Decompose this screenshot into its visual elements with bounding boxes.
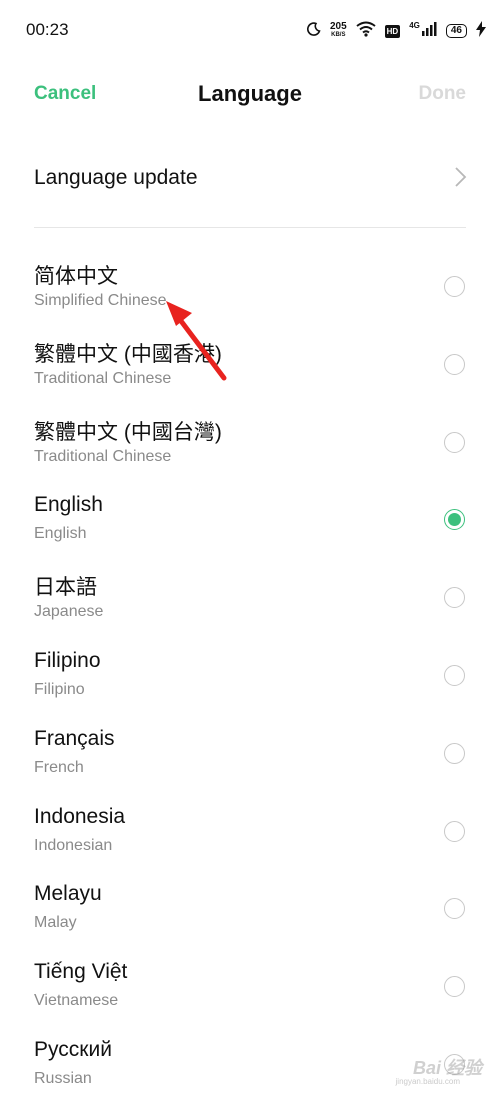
language-option[interactable]: 繁體中文 (中國台灣) Traditional Chinese xyxy=(0,404,500,482)
language-update-row[interactable]: Language update xyxy=(0,140,500,216)
language-subtitle: Indonesian xyxy=(34,836,113,854)
language-subtitle: Traditional Chinese xyxy=(34,369,172,387)
battery-level: 46 xyxy=(445,24,467,38)
watermark-url: jingyan.baidu.com xyxy=(395,1077,460,1086)
language-name: Indonesia xyxy=(34,804,126,828)
language-option[interactable]: Filipino Filipino xyxy=(0,637,500,715)
language-name: English xyxy=(34,493,103,517)
language-subtitle: Japanese xyxy=(34,603,104,621)
wifi-icon xyxy=(356,21,376,42)
moon-icon xyxy=(306,21,321,41)
language-subtitle: Vietnamese xyxy=(34,992,119,1010)
radio-unchecked-icon[interactable] xyxy=(444,898,465,920)
radio-unchecked-icon[interactable] xyxy=(444,587,465,609)
language-option[interactable]: Tiếng Việt Vietnamese xyxy=(0,948,500,1026)
radio-checked-icon[interactable] xyxy=(444,509,465,531)
language-name: 简体中文 xyxy=(34,265,118,288)
network-type: 4G xyxy=(409,20,420,30)
speed-value: 205 xyxy=(329,21,347,32)
status-icons: 205 KB/S HD 4G 46 xyxy=(306,20,486,42)
language-option[interactable]: 简体中文 Simplified Chinese xyxy=(0,248,500,326)
language-name: Français xyxy=(34,726,115,750)
network-speed: 205 KB/S xyxy=(329,21,347,39)
radio-unchecked-icon[interactable] xyxy=(444,353,465,375)
language-subtitle: Filipino xyxy=(34,680,85,698)
chevron-right-icon xyxy=(450,166,470,188)
speed-unit: KB/S xyxy=(331,32,346,38)
language-list: 简体中文 Simplified Chinese 繁體中文 (中國香港) Traditi… xyxy=(0,248,500,1104)
battery-icon: 46 xyxy=(445,24,467,38)
language-option[interactable]: Melayu Malay xyxy=(0,870,500,948)
language-option[interactable]: Français French xyxy=(0,715,500,793)
language-option[interactable]: Indonesia Indonesian xyxy=(0,793,500,871)
status-bar: 00:23 205 KB/S HD 4G 46 xyxy=(0,0,500,60)
language-name: 繁體中文 (中國香港) xyxy=(34,342,222,366)
language-option[interactable]: English English xyxy=(0,481,500,559)
language-name: Русский xyxy=(34,1037,112,1061)
language-subtitle: Traditional Chinese xyxy=(34,447,172,465)
language-name: Melayu xyxy=(34,882,102,906)
radio-unchecked-icon[interactable] xyxy=(444,276,465,297)
radio-unchecked-icon[interactable] xyxy=(444,976,465,998)
done-button[interactable]: Done xyxy=(419,83,467,105)
language-subtitle: Malay xyxy=(34,914,77,932)
language-name: 日本語 xyxy=(34,576,97,600)
radio-unchecked-icon[interactable] xyxy=(444,664,465,686)
language-name: Tiếng Việt xyxy=(34,960,128,984)
charging-icon xyxy=(476,20,486,42)
language-name: Filipino xyxy=(34,648,101,672)
cancel-button[interactable]: Cancel xyxy=(34,83,96,105)
radio-unchecked-icon[interactable] xyxy=(444,431,465,453)
language-option[interactable]: 日本語 Japanese xyxy=(0,559,500,637)
language-update-label: Language update xyxy=(34,166,198,189)
language-subtitle: French xyxy=(34,758,84,776)
radio-unchecked-icon[interactable] xyxy=(444,742,465,764)
radio-unchecked-icon[interactable] xyxy=(444,820,465,842)
language-name: 繁體中文 (中國台灣) xyxy=(34,420,222,444)
language-subtitle: English xyxy=(34,525,87,543)
signal-icon xyxy=(421,21,437,42)
hd-badge: HD xyxy=(384,24,401,38)
divider xyxy=(34,227,466,228)
language-subtitle: Russian xyxy=(34,1069,92,1087)
language-subtitle: Simplified Chinese xyxy=(34,292,167,309)
nav-bar: Cancel Language Done xyxy=(0,70,500,120)
status-time: 00:23 xyxy=(26,20,69,39)
language-option[interactable]: 繁體中文 (中國香港) Traditional Chinese xyxy=(0,326,500,404)
